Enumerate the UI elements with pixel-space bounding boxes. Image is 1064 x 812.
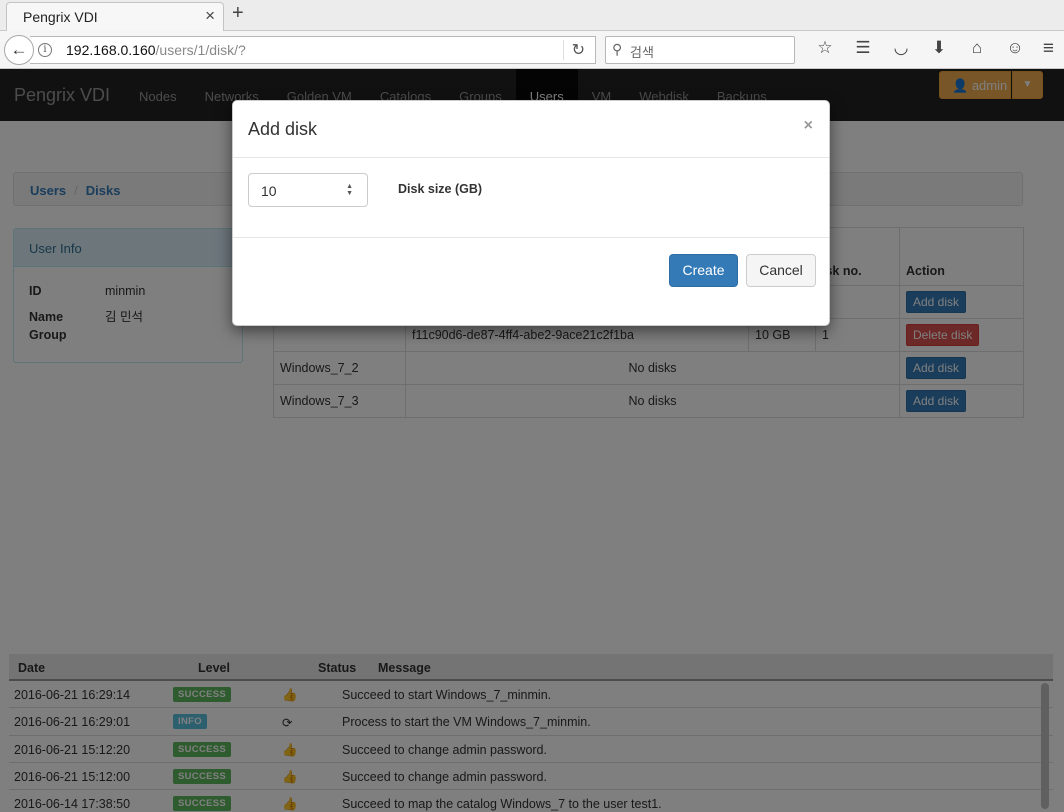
browser-toolbar: i 192.168.0.160/users/1/disk/? ↻ ← ⚲ 검색 … (0, 31, 1064, 69)
create-button[interactable]: Create (669, 254, 738, 287)
tab-close-icon[interactable]: × (205, 6, 215, 26)
url-bar[interactable]: i 192.168.0.160/users/1/disk/? ↻ (30, 36, 596, 64)
back-button[interactable]: ← (4, 35, 34, 65)
disk-size-label: Disk size (GB) (398, 182, 483, 196)
tab-title: Pengrix VDI (23, 9, 98, 25)
cancel-button[interactable]: Cancel (746, 254, 816, 287)
download-icon[interactable]: ⬇ (920, 38, 958, 58)
menu-icon[interactable]: ≡ (1043, 38, 1054, 60)
info-icon[interactable]: i (38, 43, 52, 57)
close-icon[interactable]: × (804, 117, 813, 135)
url-path: /users/1/disk/? (155, 42, 246, 58)
url-host: 192.168.0.160 (66, 42, 156, 58)
modal-title: Add disk (248, 119, 318, 139)
new-tab-icon[interactable]: + (232, 2, 244, 25)
add-disk-modal: Add disk × 10 ▲ ▼ Disk size (GB) Create C… (232, 100, 830, 326)
disk-size-input[interactable]: 10 ▲ ▼ (248, 173, 368, 207)
modal-header: Add disk × (233, 101, 829, 158)
reload-icon[interactable]: ↻ (562, 40, 585, 60)
disk-size-value: 10 (261, 183, 277, 199)
home-icon[interactable]: ⌂ (958, 38, 996, 58)
url-text: 192.168.0.160/users/1/disk/? (66, 42, 246, 58)
bookmark-star-icon[interactable]: ☆ (806, 38, 844, 58)
browser-tools: ☆ ☰ ◡ ⬇ ⌂ ☺ (806, 38, 1034, 58)
spinner-arrows-icon[interactable]: ▲ ▼ (346, 183, 353, 197)
chat-icon[interactable]: ☺ (996, 38, 1034, 58)
search-icon: ⚲ (612, 41, 623, 57)
browser-tabbar: Pengrix VDI × + (0, 0, 1064, 31)
pocket-icon[interactable]: ◡ (882, 38, 920, 58)
search-placeholder: 검색 (630, 45, 654, 60)
search-input[interactable]: ⚲ 검색 (605, 36, 795, 64)
reader-list-icon[interactable]: ☰ (844, 38, 882, 58)
back-arrow-icon: ← (10, 40, 28, 59)
modal-footer: Create Cancel (233, 237, 829, 325)
browser-tab[interactable]: Pengrix VDI × (6, 2, 224, 31)
